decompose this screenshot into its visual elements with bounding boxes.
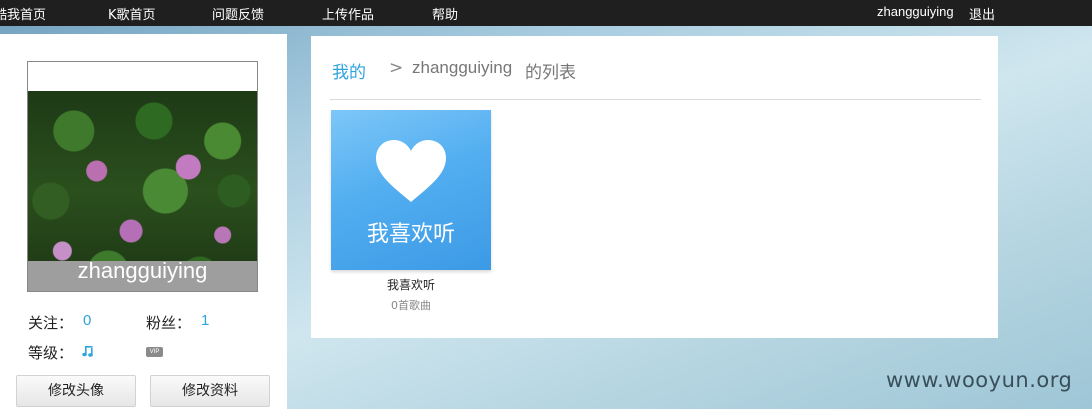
breadcrumb-separator: >	[389, 58, 404, 78]
breadcrumb-mine[interactable]: 我的	[332, 58, 366, 83]
fans-count[interactable]: 1	[201, 312, 209, 329]
breadcrumb-list-title: 的列表	[525, 63, 576, 83]
music-note-icon	[82, 346, 93, 357]
level-label: 等级：	[28, 344, 74, 362]
breadcrumb-username: zhangguiying	[412, 58, 513, 77]
profile-panel: zhangguiying 关注： 0 粉丝： 1 等级： VIP 修改头像 修改…	[0, 34, 287, 409]
edit-avatar-button[interactable]: 修改头像	[16, 375, 136, 407]
vip-badge: VIP	[146, 347, 163, 357]
playlist-panel: 我的 > zhangguiying 的列表 我喜欢听 我喜欢听 0首歌曲	[311, 36, 998, 338]
nav-help[interactable]: 帮助	[432, 4, 458, 23]
avatar-username: zhangguiying	[28, 260, 257, 291]
top-nav-bar: 酷我首页 K歌首页 问题反馈 上传作品 帮助 zhangguiying 退出	[0, 0, 1092, 26]
avatar[interactable]: zhangguiying	[27, 61, 258, 292]
follow-count[interactable]: 0	[83, 312, 91, 329]
playlist-cover-caption: 我喜欢听	[366, 222, 455, 247]
logout-link[interactable]: 退出	[969, 4, 995, 23]
heart-icon	[376, 140, 446, 202]
playlist-cover[interactable]: 我喜欢听	[331, 110, 491, 270]
nav-upload[interactable]: 上传作品	[322, 4, 374, 23]
watermark: www.wooyun.org	[886, 368, 1073, 392]
follow-label: 关注：	[28, 314, 74, 332]
nav-feedback[interactable]: 问题反馈	[212, 4, 264, 23]
edit-profile-button[interactable]: 修改资料	[150, 375, 270, 407]
current-username[interactable]: zhangguiying	[877, 4, 954, 19]
nav-k-song-home[interactable]: K歌首页	[108, 4, 156, 23]
playlist-song-count: 0首歌曲	[391, 299, 431, 312]
divider	[330, 99, 981, 100]
nav-kuwo-home[interactable]: 酷我首页	[0, 4, 46, 23]
fans-label: 粉丝：	[146, 314, 192, 332]
playlist-title[interactable]: 我喜欢听	[331, 276, 491, 293]
